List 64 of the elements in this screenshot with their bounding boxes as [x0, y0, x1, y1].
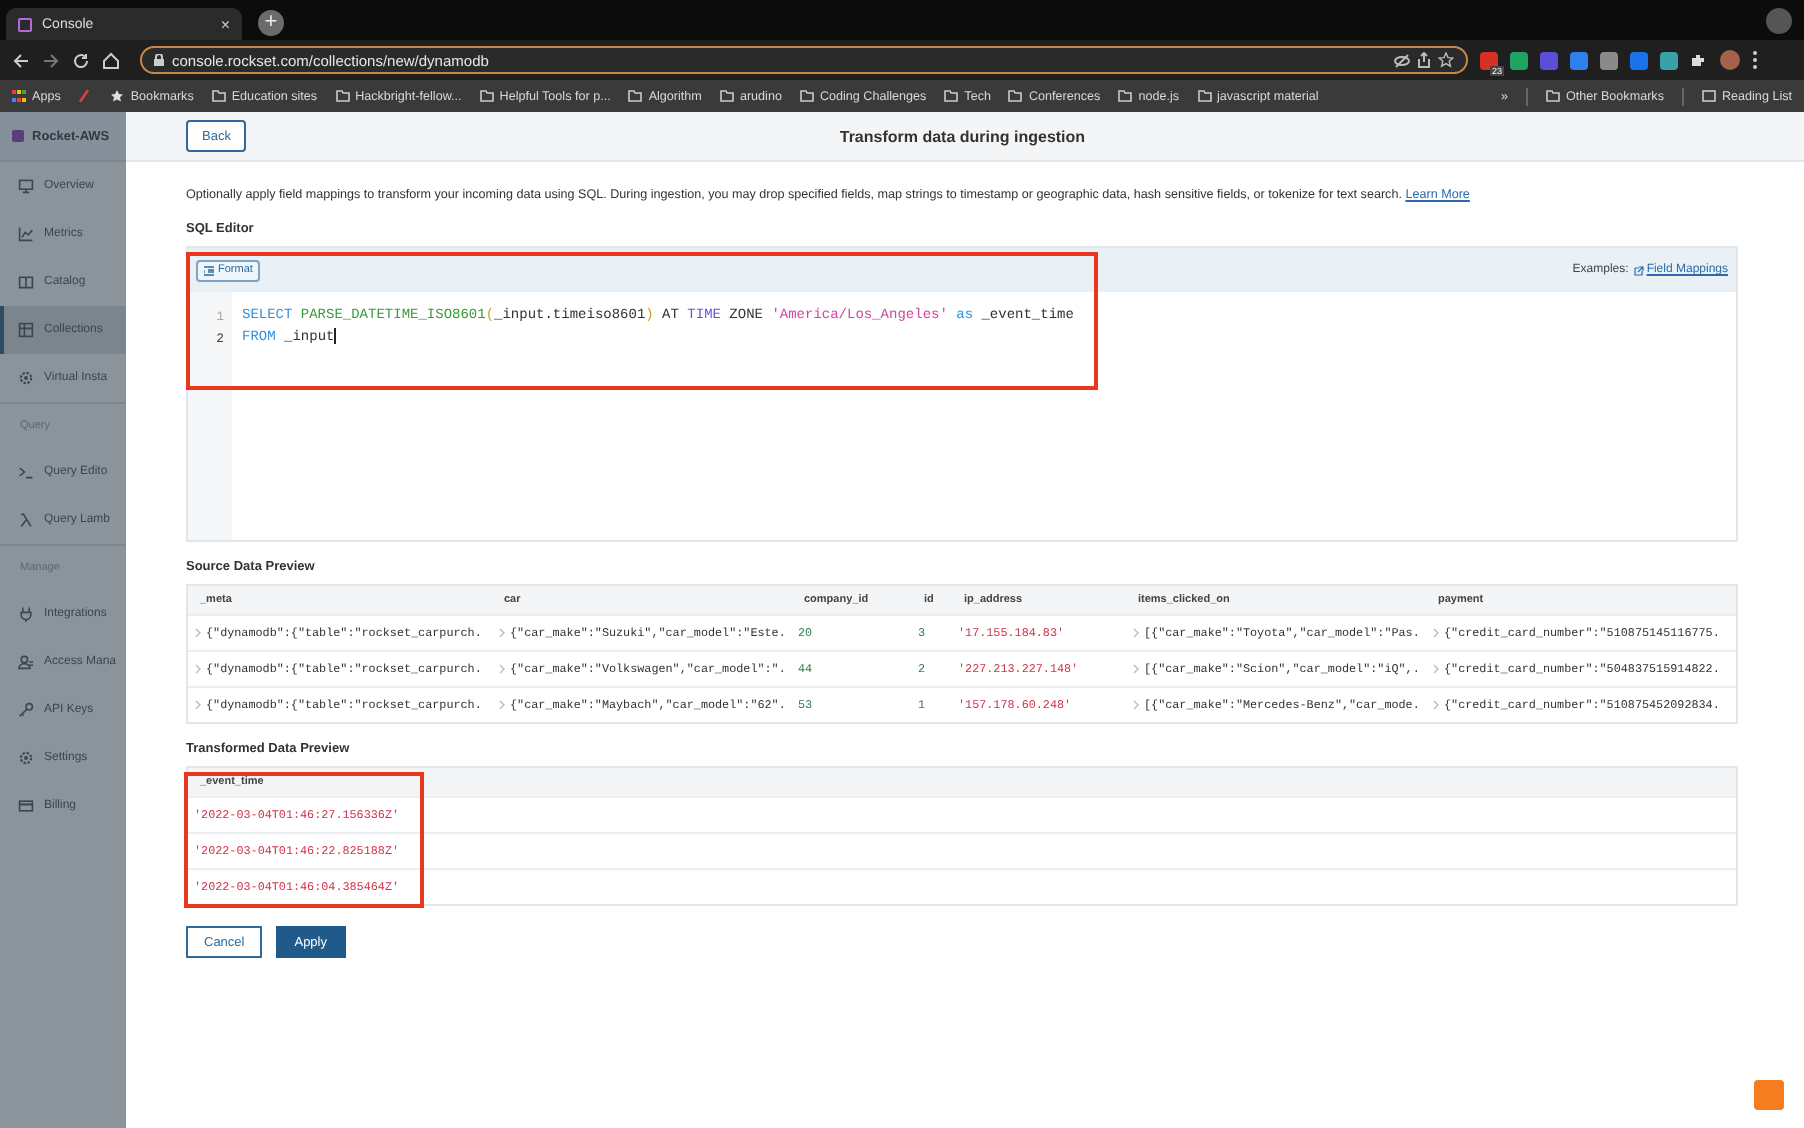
bookmark-star-icon[interactable] — [1438, 52, 1454, 68]
expand-chevron-icon[interactable] — [1432, 628, 1440, 638]
gear-icon — [18, 750, 34, 766]
folder-icon — [479, 90, 494, 102]
extension-icon[interactable] — [1540, 51, 1558, 69]
folder-icon — [1118, 90, 1133, 102]
new-tab-button[interactable]: + — [258, 10, 284, 36]
forward-arrow-icon[interactable] — [42, 51, 60, 69]
org-logo-icon — [12, 130, 24, 142]
extension-icon[interactable] — [1630, 51, 1648, 69]
expand-chevron-icon[interactable] — [194, 628, 202, 638]
tab-search-button[interactable] — [1766, 8, 1792, 34]
format-icon — [204, 265, 214, 275]
eye-slash-icon[interactable] — [1394, 53, 1410, 67]
expand-chevron-icon[interactable] — [498, 628, 506, 638]
home-icon[interactable] — [102, 51, 120, 69]
lock-icon — [154, 54, 164, 66]
tab-close-button[interactable]: × — [220, 15, 230, 33]
folder-icon — [719, 90, 734, 102]
expand-chevron-icon[interactable] — [498, 700, 506, 710]
puzzle-icon[interactable] — [1690, 51, 1708, 69]
plug-icon — [18, 606, 34, 622]
page-title: Transform data during ingestion — [837, 127, 1088, 145]
folder-icon — [335, 90, 350, 102]
folder-icon — [944, 90, 959, 102]
expand-chevron-icon[interactable] — [498, 664, 506, 674]
share-icon[interactable] — [1418, 52, 1430, 68]
gear-icon — [18, 370, 34, 386]
console-favicon-icon — [18, 17, 32, 31]
expand-chevron-icon[interactable] — [194, 664, 202, 674]
lambda-icon — [18, 512, 34, 528]
expand-chevron-icon[interactable] — [1132, 628, 1140, 638]
users-icon — [18, 654, 34, 670]
apps-grid-icon — [12, 90, 26, 102]
external-link-icon — [1634, 265, 1645, 275]
expand-chevron-icon[interactable] — [1432, 664, 1440, 674]
key-icon — [18, 702, 34, 718]
monitor-icon — [18, 178, 34, 194]
folder-icon — [211, 90, 226, 102]
profile-avatar[interactable] — [1720, 50, 1740, 70]
back-arrow-icon[interactable] — [12, 51, 30, 69]
extension-icon[interactable] — [1600, 51, 1618, 69]
expand-chevron-icon[interactable] — [1132, 700, 1140, 710]
folder-icon — [1008, 90, 1023, 102]
expand-chevron-icon[interactable] — [1432, 700, 1440, 710]
extension-icon[interactable] — [1570, 51, 1588, 69]
pencil-icon[interactable] — [78, 90, 93, 102]
expand-chevron-icon[interactable] — [194, 700, 202, 710]
menu-icon[interactable] — [1752, 50, 1758, 70]
card-icon — [18, 798, 34, 814]
reload-icon[interactable] — [72, 51, 90, 69]
star-icon — [110, 90, 125, 102]
book-icon — [18, 274, 34, 290]
extension-icon[interactable] — [1510, 51, 1528, 69]
folder-icon — [1197, 90, 1211, 102]
expand-chevron-icon[interactable] — [1132, 664, 1140, 674]
terminal-icon — [18, 464, 34, 480]
folder-icon — [799, 90, 814, 102]
folder-icon — [628, 90, 643, 102]
folder-icon — [1545, 90, 1560, 102]
extension-icon[interactable] — [1660, 51, 1678, 69]
chart-icon — [18, 226, 34, 242]
list-icon — [1701, 90, 1716, 102]
grid-icon — [18, 322, 34, 338]
